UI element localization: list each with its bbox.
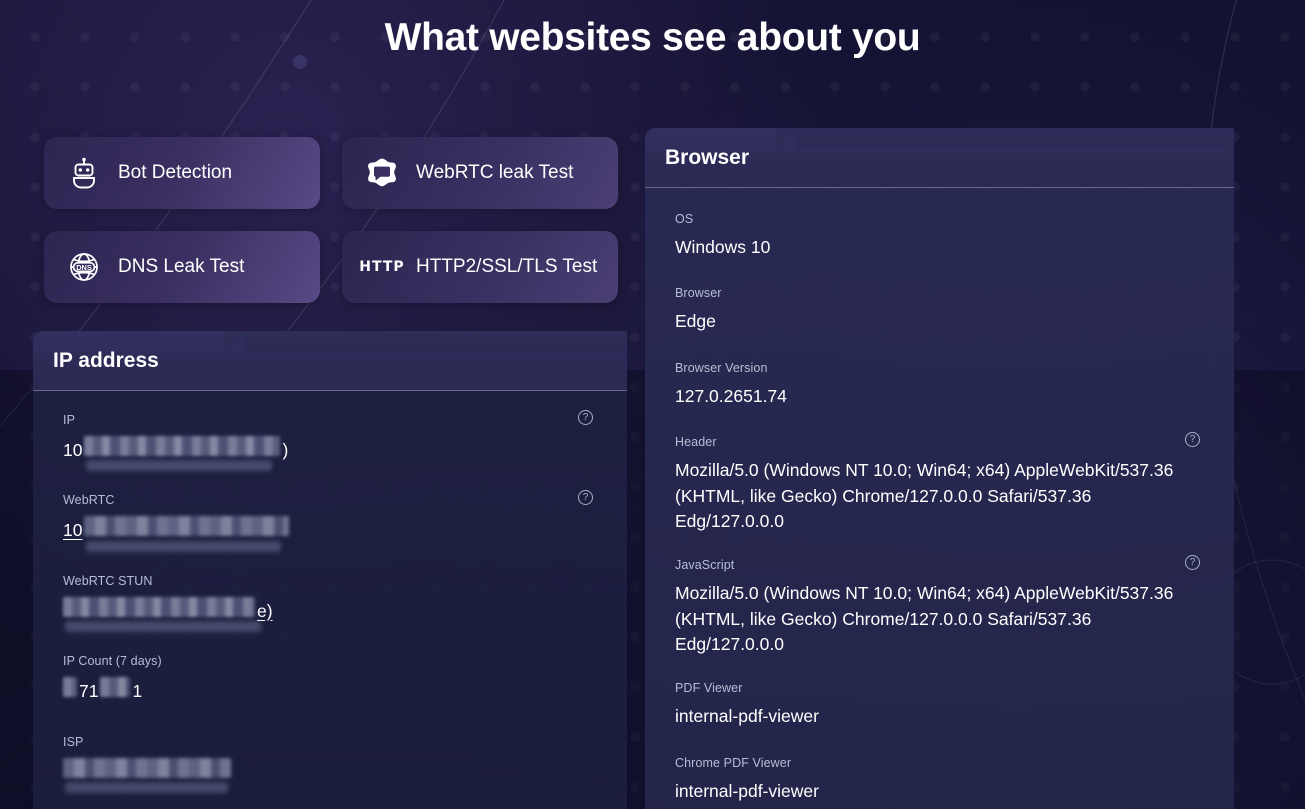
field-os-value: Windows 10 bbox=[675, 237, 771, 257]
ip-panel-divider bbox=[33, 390, 627, 391]
http-glyph: HTTP bbox=[359, 259, 405, 275]
field-ip-count: IP Count (7 days) 71 1 bbox=[63, 654, 603, 704]
field-browser-version-value: 127.0.2651.74 bbox=[675, 385, 787, 406]
field-os: OS Windows 10 bbox=[675, 212, 1210, 260]
field-chrome-pdf-viewer: Chrome PDF Viewer internal-pdf-viewer bbox=[675, 756, 1210, 804]
field-javascript-label: JavaScript bbox=[675, 558, 735, 573]
field-ip-count-redaction-left bbox=[63, 677, 77, 704]
dns-globe-icon: DNS bbox=[66, 249, 102, 285]
field-ip-value-prefix: 10 bbox=[63, 440, 83, 460]
field-ip-count-value: 71 1 bbox=[63, 677, 603, 704]
field-isp-label: ISP bbox=[63, 734, 84, 749]
webrtc-leak-test-label: WebRTC leak Test bbox=[416, 162, 574, 183]
field-webrtc-stun-redaction bbox=[63, 596, 261, 633]
ip-panel-body: IP 10 ) ? WebRTC 10 ? WebRTC STUN e) IP … bbox=[33, 391, 627, 809]
browser-panel-body: OS Windows 10 Browser Edge Browser Versi… bbox=[645, 188, 1234, 809]
browser-panel-title: Browser bbox=[665, 146, 750, 169]
field-pdf-viewer-value: internal-pdf-viewer bbox=[675, 706, 819, 727]
field-ip-value-suffix: ) bbox=[282, 440, 289, 460]
field-ip-count-value-suffix: 1 bbox=[132, 681, 143, 702]
field-webrtc-stun-value: e) bbox=[63, 596, 603, 633]
field-browser-version-label: Browser Version bbox=[675, 360, 768, 375]
field-ip-label: IP bbox=[63, 413, 76, 427]
field-webrtc: WebRTC 10 ? bbox=[63, 490, 603, 552]
field-header: Header Mozilla/5.0 (Windows NT 10.0; Win… bbox=[675, 432, 1210, 534]
field-isp: ISP bbox=[63, 734, 603, 793]
field-chrome-pdf-viewer-label: Chrome PDF Viewer bbox=[675, 755, 792, 770]
dns-leak-test-label: DNS Leak Test bbox=[118, 256, 245, 277]
field-webrtc-value: 10 bbox=[63, 516, 603, 552]
browser-panel-divider bbox=[645, 187, 1234, 188]
ip-address-panel: IP address IP 10 ) ? WebRTC 10 ? WebRTC … bbox=[33, 331, 627, 809]
field-ip-count-label: IP Count (7 days) bbox=[63, 654, 162, 669]
field-isp-redaction bbox=[63, 757, 231, 793]
field-header-label: Header bbox=[675, 435, 717, 450]
field-webrtc-label: WebRTC bbox=[63, 493, 115, 508]
field-ip: IP 10 ) ? bbox=[63, 410, 603, 472]
robot-icon bbox=[66, 155, 102, 191]
field-ip-count-value-prefix: 71 bbox=[79, 681, 99, 702]
quick-test-button-grid: Bot Detection WebRTC leak Test DNS DNS L… bbox=[44, 137, 618, 303]
http2-ssl-tls-test-label: HTTP2/SSL/TLS Test bbox=[416, 256, 598, 277]
bot-detection-button[interactable]: Bot Detection bbox=[44, 137, 320, 209]
http2-ssl-tls-test-button[interactable]: HTTP HTTP2/SSL/TLS Test bbox=[342, 231, 618, 303]
webrtc-bubble-icon bbox=[364, 155, 400, 191]
http-text-icon: HTTP bbox=[359, 249, 403, 285]
field-browser-value: Edge bbox=[675, 311, 716, 332]
field-ip-help-icon[interactable]: ? bbox=[578, 410, 593, 425]
field-webrtc-stun-label: WebRTC STUN bbox=[63, 573, 153, 588]
dns-leak-test-button[interactable]: DNS DNS Leak Test bbox=[44, 231, 320, 303]
browser-panel: Browser OS Windows 10 Browser Edge Brows… bbox=[645, 128, 1234, 809]
field-browser-version: Browser Version 127.0.2651.74 bbox=[675, 361, 1210, 409]
field-ip-redaction bbox=[84, 436, 281, 472]
field-ip-value: 10 ) bbox=[63, 436, 603, 472]
field-webrtc-redaction bbox=[84, 516, 290, 552]
field-browser-label: Browser bbox=[675, 286, 722, 301]
field-javascript: JavaScript Mozilla/5.0 (Windows NT 10.0;… bbox=[675, 555, 1210, 657]
browser-panel-header: Browser bbox=[645, 128, 1234, 188]
field-webrtc-value-prefix[interactable]: 10 bbox=[63, 518, 82, 543]
webrtc-leak-test-button[interactable]: WebRTC leak Test bbox=[342, 137, 618, 209]
field-os-label: OS bbox=[675, 212, 694, 226]
field-header-value: Mozilla/5.0 (Windows NT 10.0; Win64; x64… bbox=[675, 460, 1174, 531]
field-ip-count-redaction-mid bbox=[100, 677, 131, 704]
svg-text:DNS: DNS bbox=[76, 263, 92, 272]
field-pdf-viewer: PDF Viewer internal-pdf-viewer bbox=[675, 681, 1210, 729]
field-chrome-pdf-viewer-value: internal-pdf-viewer bbox=[675, 780, 819, 801]
field-webrtc-stun: WebRTC STUN e) bbox=[63, 573, 603, 633]
page-title: What websites see about you bbox=[384, 16, 921, 59]
field-pdf-viewer-label: PDF Viewer bbox=[675, 681, 743, 696]
field-browser: Browser Edge bbox=[675, 286, 1210, 334]
bot-detection-label: Bot Detection bbox=[118, 162, 233, 183]
ip-panel-header: IP address bbox=[33, 331, 627, 391]
ip-panel-title: IP address bbox=[53, 349, 159, 372]
field-isp-value bbox=[63, 757, 603, 793]
field-javascript-value: Mozilla/5.0 (Windows NT 10.0; Win64; x64… bbox=[675, 583, 1174, 654]
